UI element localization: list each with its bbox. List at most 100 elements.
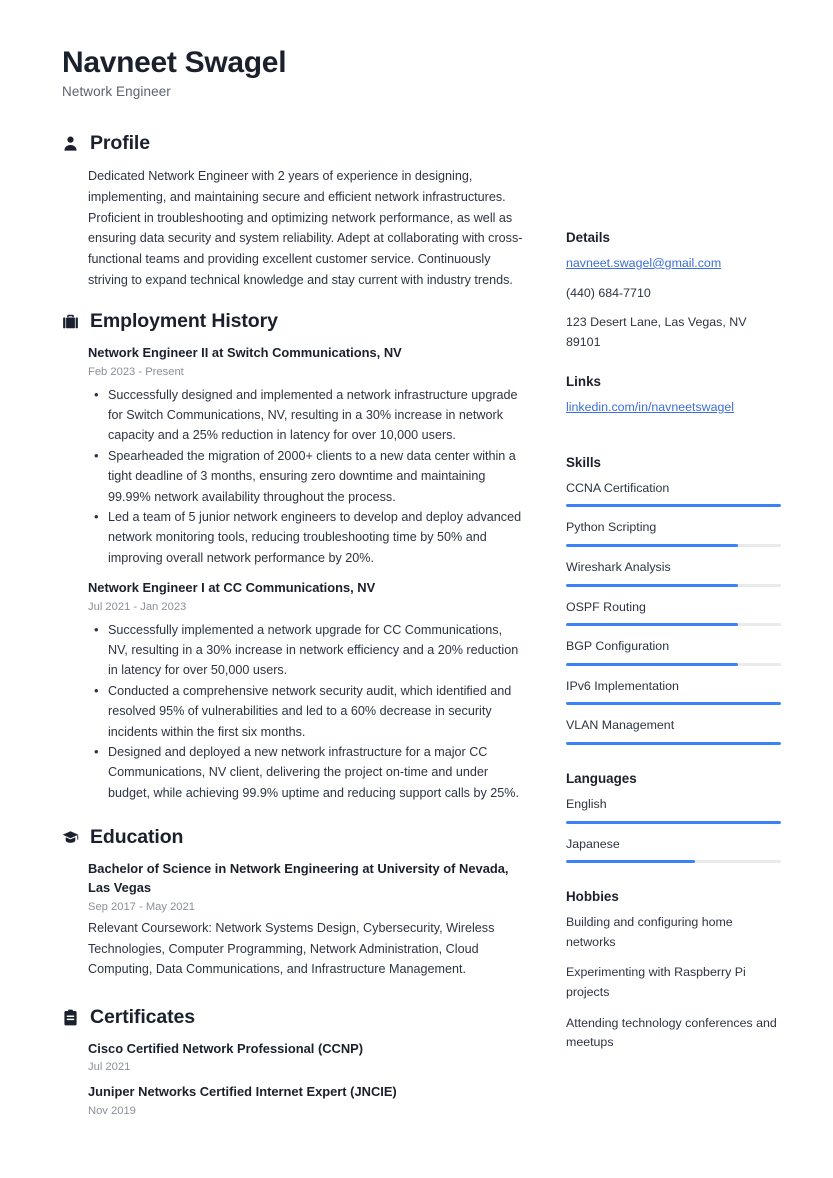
candidate-name: Navneet Swagel <box>62 46 287 79</box>
linkedin-link[interactable]: linkedin.com/in/navneetswagel <box>566 398 734 418</box>
employment-entry-title: Network Engineer II at Switch Communicat… <box>88 345 402 361</box>
hobby-item: Building and configuring home networks <box>566 915 733 949</box>
resume-columns: Profile Dedicated Network Engineer with … <box>62 132 781 1124</box>
education-entry-title: Bachelor of Science in Network Engineeri… <box>88 861 509 895</box>
skill-item: OSPF Routing <box>566 598 781 627</box>
hobby-item: Experimenting with Raspberry Pi projects <box>566 965 746 1000</box>
skill-bar-track <box>566 662 781 666</box>
skill-bar-fill <box>566 504 781 508</box>
skill-label: OSPF Routing <box>566 599 646 614</box>
profile-body: Dedicated Network Engineer with 2 years … <box>62 166 524 291</box>
certificates-heading: Certificates <box>62 1006 524 1029</box>
address-text: 123 Desert Lane, Las Vegas, NV 89101 <box>566 314 747 349</box>
bullet-item: Designed and deployed a new network infr… <box>88 741 524 803</box>
hobbies-title: Hobbies <box>566 889 619 905</box>
certificate-entry: Juniper Networks Certified Internet Expe… <box>88 1083 524 1120</box>
employment-entry: Network Engineer II at Switch Communicat… <box>88 344 524 568</box>
skill-label: VLAN Management <box>566 718 675 733</box>
education-entry-date: Sep 2017 - May 2021 <box>88 900 195 913</box>
phone-text: (440) 684-7710 <box>566 285 651 300</box>
profile-text: Dedicated Network Engineer with 2 years … <box>88 168 523 288</box>
skill-bar-track <box>566 583 781 587</box>
skill-bar-fill <box>566 583 738 587</box>
skill-bar-fill <box>566 702 781 706</box>
resume-page: Navneet Swagel Network Engineer Profile … <box>0 0 833 1178</box>
education-body: Bachelor of Science in Network Engineeri… <box>62 860 524 979</box>
skill-label: CCNA Certification <box>566 480 670 495</box>
skill-bar-fill <box>566 662 738 666</box>
language-bar-fill <box>566 820 781 824</box>
profile-section: Profile Dedicated Network Engineer with … <box>62 132 524 291</box>
skill-bar-fill <box>566 742 781 746</box>
employment-entry-bullets: Successfully designed and implemented a … <box>88 384 524 569</box>
employment-body: Network Engineer II at Switch Communicat… <box>62 344 524 803</box>
skill-bar-track <box>566 543 781 547</box>
skill-item: VLAN Management <box>566 716 781 746</box>
language-item: English <box>566 795 781 824</box>
education-entry: Bachelor of Science in Network Engineeri… <box>88 860 524 979</box>
education-title: Education <box>90 826 184 849</box>
skill-bar-fill <box>566 543 738 547</box>
language-item: Japanese <box>566 835 781 864</box>
certificate-title: Juniper Networks Certified Internet Expe… <box>88 1084 397 1100</box>
languages-section: Languages English Japanese <box>566 771 781 864</box>
language-bar-track <box>566 860 781 864</box>
skill-bar-track <box>566 504 781 508</box>
bullet-item: Successfully designed and implemented a … <box>88 384 524 446</box>
skill-item: BGP Configuration <box>566 637 781 666</box>
certificates-body: Cisco Certified Network Professional (CC… <box>62 1040 524 1120</box>
certificate-date: Nov 2019 <box>88 1104 136 1117</box>
employment-entry-bullets: Successfully implemented a network upgra… <box>88 619 524 804</box>
bullet-item: Led a team of 5 junior network engineers… <box>88 506 524 568</box>
skill-label: IPv6 Implementation <box>566 678 679 693</box>
skill-item: Wireshark Analysis <box>566 558 781 587</box>
hobby-item: Attending technology conferences and mee… <box>566 1015 777 1050</box>
education-heading: Education <box>62 826 524 849</box>
certificate-date: Jul 2021 <box>88 1061 131 1074</box>
certificates-title: Certificates <box>90 1005 196 1028</box>
profile-heading: Profile <box>62 132 524 155</box>
clipboard-icon <box>62 1009 79 1026</box>
person-icon <box>62 135 79 152</box>
hobbies-section: Hobbies Building and configuring home ne… <box>566 889 781 1053</box>
skill-item: Python Scripting <box>566 518 781 547</box>
details-section: Details navneet.swagel@gmail.com (440) 6… <box>566 230 781 352</box>
links-section: Links linkedin.com/in/navneetswagel <box>566 374 781 427</box>
employment-entry-title: Network Engineer I at CC Communications,… <box>88 580 376 596</box>
graduation-cap-icon <box>62 829 79 846</box>
employment-entry-date: Feb 2023 - Present <box>88 365 184 378</box>
language-bar-track <box>566 820 781 824</box>
employment-entry: Network Engineer I at CC Communications,… <box>88 579 524 803</box>
skill-label: BGP Configuration <box>566 639 670 654</box>
certificate-title: Cisco Certified Network Professional (CC… <box>88 1040 364 1056</box>
language-label: Japanese <box>566 836 620 851</box>
education-entry-description: Relevant Coursework: Network Systems Des… <box>88 921 495 977</box>
bullet-item: Successfully implemented a network upgra… <box>88 619 524 681</box>
language-bar-fill <box>566 860 695 864</box>
sidebar-column: Details navneet.swagel@gmail.com (440) 6… <box>566 132 781 1075</box>
skill-bar-fill <box>566 623 738 627</box>
education-section: Education Bachelor of Science in Network… <box>62 826 524 979</box>
skill-item: IPv6 Implementation <box>566 677 781 706</box>
links-title: Links <box>566 373 601 389</box>
skill-bar-track <box>566 702 781 706</box>
main-column: Profile Dedicated Network Engineer with … <box>62 132 524 1124</box>
employment-section: Employment History Network Engineer II a… <box>62 310 524 803</box>
certificates-section: Certificates Cisco Certified Network Pro… <box>62 1006 524 1120</box>
employment-heading: Employment History <box>62 310 524 333</box>
bullet-item: Spearheaded the migration of 2000+ clien… <box>88 445 524 507</box>
skill-label: Python Scripting <box>566 520 657 535</box>
employment-title: Employment History <box>90 310 278 333</box>
candidate-job-title: Network Engineer <box>62 83 171 99</box>
skills-title: Skills <box>566 454 601 470</box>
certificate-entry: Cisco Certified Network Professional (CC… <box>88 1040 524 1077</box>
employment-entry-date: Jul 2021 - Jan 2023 <box>88 600 187 613</box>
email-link[interactable]: navneet.swagel@gmail.com <box>566 254 721 274</box>
languages-title: Languages <box>566 771 637 787</box>
skill-item: CCNA Certification <box>566 479 781 508</box>
briefcase-icon <box>62 313 79 330</box>
skill-label: Wireshark Analysis <box>566 559 671 574</box>
bullet-item: Conducted a comprehensive network securi… <box>88 680 524 742</box>
skill-bar-track <box>566 623 781 627</box>
profile-title: Profile <box>90 131 150 154</box>
